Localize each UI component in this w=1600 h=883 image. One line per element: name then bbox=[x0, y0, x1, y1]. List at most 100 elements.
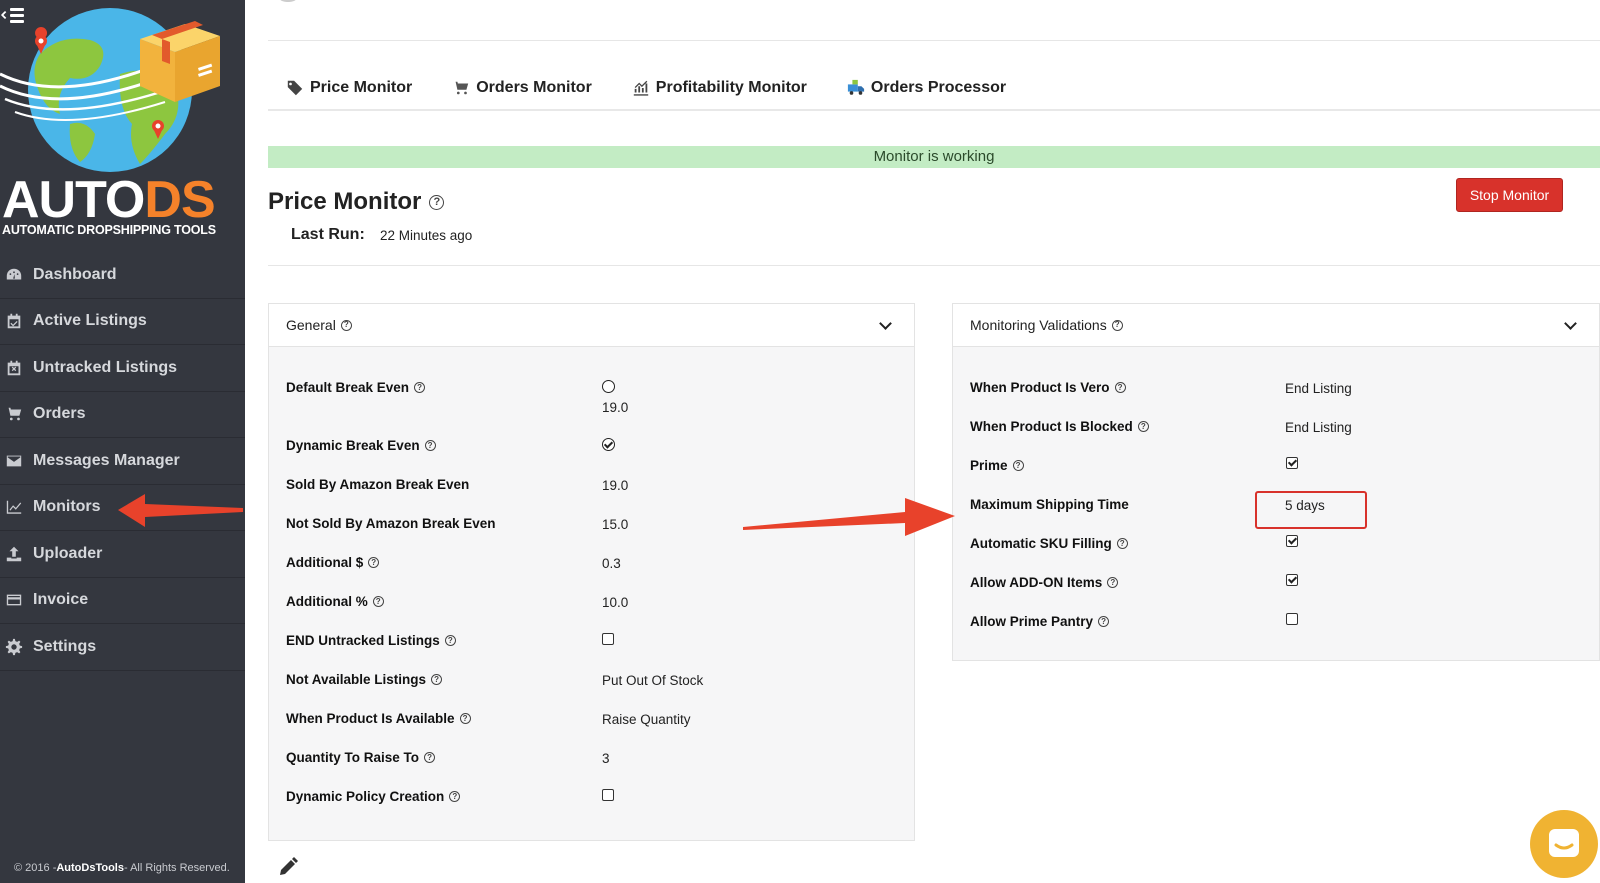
general-panel-header[interactable]: General ? bbox=[269, 304, 914, 347]
tab-orders-monitor[interactable]: Orders Monitor bbox=[432, 68, 612, 108]
autods-logo[interactable]: AUTODS AUTOMATIC DROPSHIPPING TOOLS bbox=[0, 4, 245, 237]
tab-price-monitor[interactable]: Price Monitor bbox=[268, 68, 432, 108]
when-product-is-available-value[interactable]: Raise Quantity bbox=[602, 712, 691, 727]
sidebar-item-untracked-listings[interactable]: Untracked Listings bbox=[0, 345, 245, 392]
setting-sold-by-amazon-break-even: Sold By Amazon Break Even bbox=[286, 477, 470, 492]
cart-icon bbox=[5, 405, 23, 423]
additional-percent-value[interactable]: 10.0 bbox=[602, 595, 628, 610]
help-icon[interactable]: ? bbox=[449, 791, 461, 802]
help-icon[interactable]: ? bbox=[424, 440, 436, 451]
help-icon[interactable]: ? bbox=[1107, 577, 1119, 588]
sidebar-item-invoice[interactable]: Invoice bbox=[0, 578, 245, 624]
chart-icon bbox=[633, 80, 648, 96]
help-icon[interactable]: ? bbox=[1111, 319, 1123, 331]
sidebar-item-label: Invoice bbox=[33, 591, 89, 609]
setting-quantity-to-raise-to: Quantity To Raise To? bbox=[286, 750, 436, 765]
help-icon[interactable]: ? bbox=[372, 596, 384, 607]
not-available-listings-value[interactable]: Put Out Of Stock bbox=[602, 673, 703, 688]
price-tag-icon bbox=[287, 80, 303, 96]
setting-allow-add-on-items: Allow ADD-ON Items? bbox=[970, 575, 1119, 590]
gear-icon bbox=[5, 638, 23, 656]
sidebar-item-label: Settings bbox=[33, 637, 97, 655]
help-icon[interactable]: ? bbox=[1137, 421, 1149, 432]
setting-when-product-is-vero: When Product Is Vero? bbox=[970, 380, 1126, 395]
page-title: Price Monitor ? bbox=[268, 188, 445, 216]
help-icon[interactable]: ? bbox=[459, 713, 471, 724]
setting-prime: Prime? bbox=[970, 458, 1024, 473]
setting-additional-dollar: Additional $? bbox=[286, 555, 380, 570]
default-break-even-radio[interactable] bbox=[602, 380, 615, 393]
sidebar-item-label: Uploader bbox=[33, 544, 103, 562]
setting-when-product-is-available: When Product Is Available? bbox=[286, 711, 471, 726]
quantity-to-raise-to-value[interactable]: 3 bbox=[602, 751, 610, 766]
setting-when-product-is-blocked: When Product Is Blocked? bbox=[970, 419, 1149, 434]
dynamic-policy-creation-checkbox[interactable] bbox=[602, 789, 614, 801]
when-product-is-vero-value[interactable]: End Listing bbox=[1285, 381, 1352, 396]
pencil-icon[interactable] bbox=[278, 857, 298, 877]
automatic-sku-filling-checkbox[interactable] bbox=[1286, 535, 1298, 547]
default-break-even-value: 19.0 bbox=[602, 400, 629, 415]
setting-not-sold-by-amazon-break-even: Not Sold By Amazon Break Even bbox=[286, 516, 496, 531]
menu-toggle-icon[interactable] bbox=[0, 4, 24, 26]
not-sold-by-amazon-break-even-value[interactable]: 15.0 bbox=[602, 517, 628, 532]
prime-checkbox[interactable] bbox=[1286, 457, 1298, 469]
allow-add-on-items-checkbox[interactable] bbox=[1286, 574, 1298, 586]
setting-maximum-shipping-time: Maximum Shipping Time bbox=[970, 497, 1129, 512]
sidebar-item-uploader[interactable]: Uploader bbox=[0, 531, 245, 578]
chevron-down-icon[interactable] bbox=[1564, 317, 1577, 330]
monitoring-validations-header[interactable]: Monitoring Validations ? bbox=[953, 304, 1599, 347]
help-icon[interactable]: ? bbox=[368, 557, 380, 568]
calendar-x-icon bbox=[5, 359, 23, 377]
help-icon[interactable]: ? bbox=[1098, 616, 1110, 627]
setting-dynamic-break-even: Dynamic Break Even? bbox=[286, 438, 436, 453]
divider bbox=[268, 265, 1600, 266]
help-icon[interactable]: ? bbox=[444, 635, 456, 646]
dynamic-break-even-radio[interactable] bbox=[602, 438, 615, 451]
tab-profitability-monitor[interactable]: Profitability Monitor bbox=[612, 68, 827, 108]
help-icon[interactable]: ? bbox=[340, 319, 352, 331]
sold-by-amazon-break-even-value[interactable]: 19.0 bbox=[602, 478, 628, 493]
help-icon[interactable]: ? bbox=[1116, 538, 1128, 549]
dashboard-icon bbox=[5, 266, 23, 284]
allow-prime-pantry-checkbox[interactable] bbox=[1286, 613, 1298, 625]
chat-icon bbox=[1549, 829, 1579, 857]
brand-subtitle: AUTOMATIC DROPSHIPPING TOOLS bbox=[2, 223, 216, 237]
sidebar-item-monitors[interactable]: Monitors bbox=[0, 485, 245, 531]
chart-line-icon bbox=[5, 498, 23, 516]
envelope-icon bbox=[5, 452, 23, 470]
upload-icon bbox=[5, 545, 23, 563]
help-icon[interactable]: ? bbox=[429, 194, 445, 210]
sidebar-item-active-listings[interactable]: Active Listings bbox=[0, 299, 245, 345]
help-icon[interactable]: ? bbox=[1114, 382, 1126, 393]
app-root: AUTODS AUTOMATIC DROPSHIPPING TOOLS Dash… bbox=[0, 0, 1600, 883]
help-icon[interactable]: ? bbox=[1012, 460, 1024, 471]
sidebar-item-orders[interactable]: Orders bbox=[0, 392, 245, 438]
setting-end-untracked-listings: END Untracked Listings? bbox=[286, 633, 456, 648]
setting-default-break-even: Default Break Even? bbox=[286, 380, 426, 395]
help-icon[interactable]: ? bbox=[431, 674, 443, 685]
truck-icon bbox=[847, 79, 865, 95]
sidebar-item-dashboard[interactable]: Dashboard bbox=[0, 252, 245, 299]
end-untracked-listings-checkbox[interactable] bbox=[602, 633, 614, 645]
brand-wordmark: AUTODS bbox=[2, 171, 216, 229]
highlight-annotation bbox=[1255, 491, 1367, 529]
divider bbox=[268, 40, 1600, 41]
additional-dollar-value[interactable]: 0.3 bbox=[602, 556, 621, 571]
tab-orders-processor[interactable]: Orders Processor bbox=[827, 68, 1026, 108]
setting-dynamic-policy-creation: Dynamic Policy Creation? bbox=[286, 789, 461, 804]
sidebar-item-settings[interactable]: Settings bbox=[0, 624, 245, 671]
help-icon[interactable]: ? bbox=[424, 752, 436, 763]
calendar-check-icon bbox=[5, 312, 23, 330]
panel-title: Monitoring Validations bbox=[970, 317, 1107, 333]
setting-additional-percent: Additional %? bbox=[286, 594, 384, 609]
chevron-down-icon[interactable] bbox=[879, 317, 892, 330]
sidebar-item-label: Messages Manager bbox=[33, 451, 180, 469]
sidebar-item-label: Untracked Listings bbox=[33, 358, 178, 376]
when-product-is-blocked-value[interactable]: End Listing bbox=[1285, 420, 1352, 435]
setting-automatic-sku-filling: Automatic SKU Filling? bbox=[970, 536, 1128, 551]
user-avatar[interactable] bbox=[275, 0, 301, 2]
help-icon[interactable]: ? bbox=[414, 382, 426, 393]
stop-monitor-button[interactable]: Stop Monitor bbox=[1456, 178, 1563, 212]
sidebar-item-messages-manager[interactable]: Messages Manager bbox=[0, 438, 245, 485]
chat-launcher-button[interactable] bbox=[1530, 810, 1598, 878]
